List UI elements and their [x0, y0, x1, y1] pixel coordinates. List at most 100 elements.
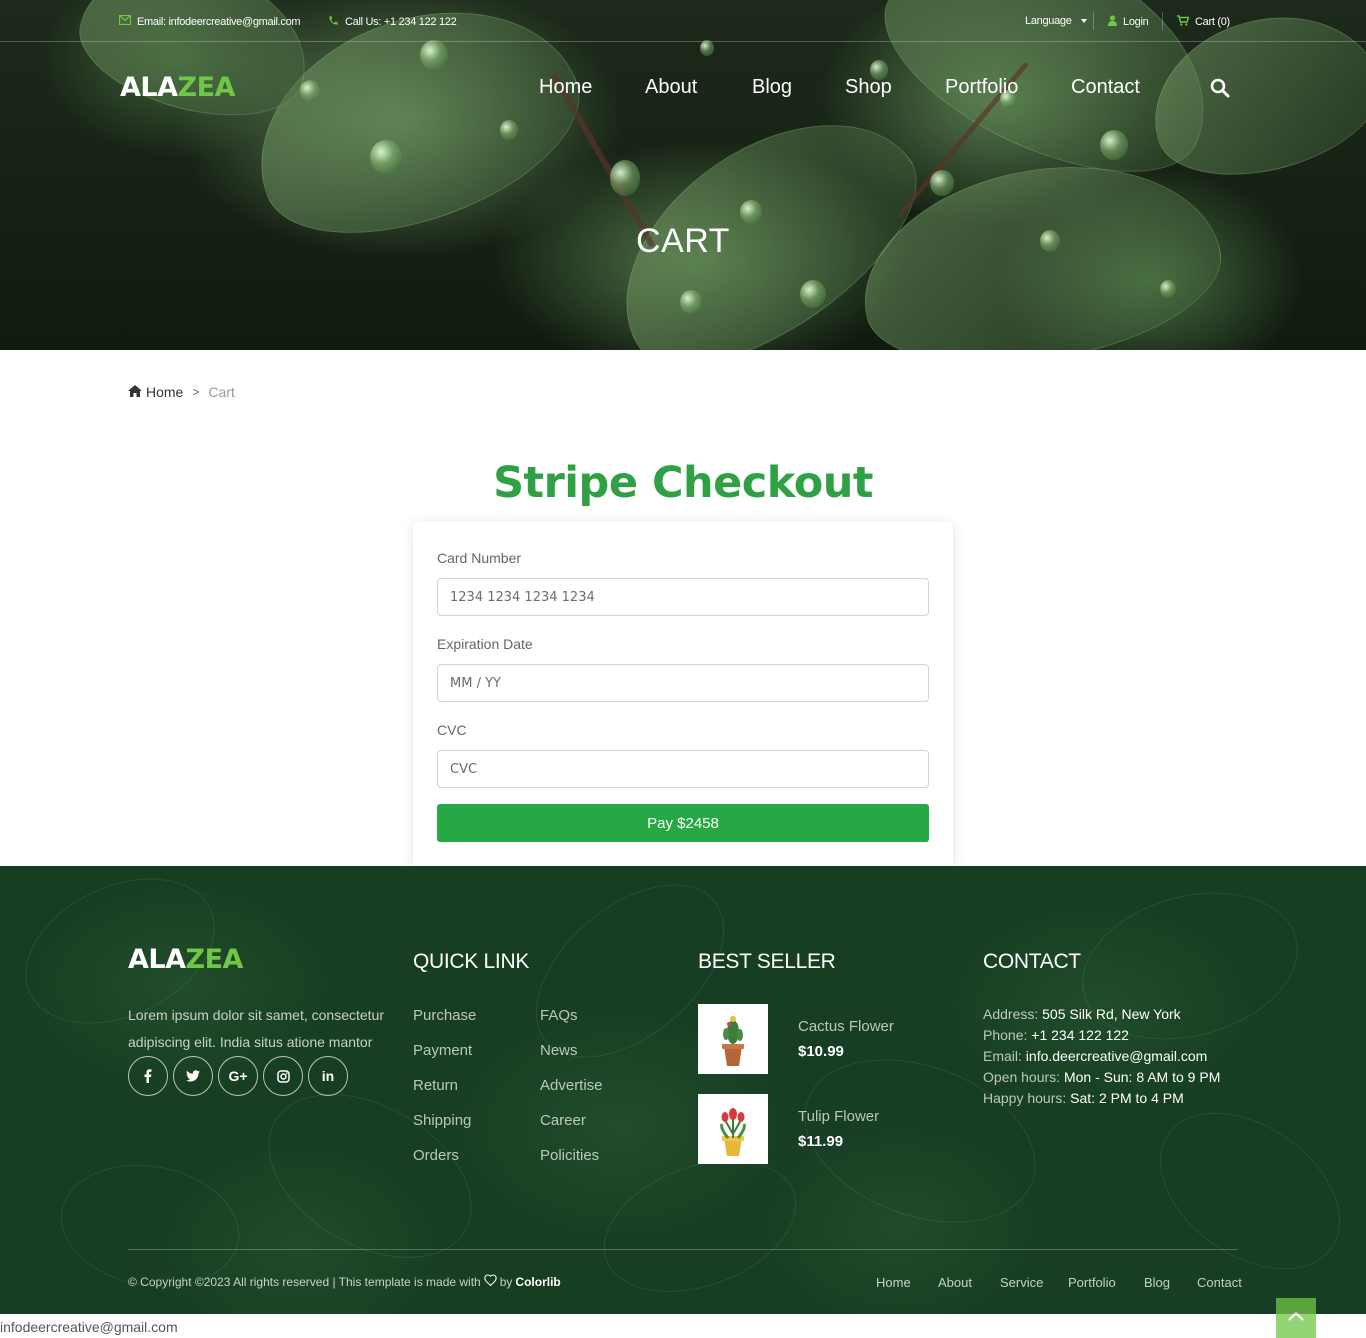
water-drop [1100, 130, 1128, 160]
best-seller-name[interactable]: Tulip Flower [798, 1108, 879, 1125]
contact-heading: CONTACT [983, 950, 1081, 973]
water-drop [500, 120, 518, 140]
copyright-text: © Copyright ©2023 All rights reserved | … [128, 1274, 481, 1289]
footer-nav-contact[interactable]: Contact [1197, 1275, 1242, 1290]
footer-nav-service[interactable]: Service [1000, 1275, 1043, 1290]
topbar-separator [1093, 12, 1094, 30]
water-drop [930, 170, 954, 196]
quick-link-orders[interactable]: Orders [413, 1147, 459, 1164]
cvc-label: CVC [437, 722, 467, 738]
best-seller-name[interactable]: Cactus Flower [798, 1018, 894, 1035]
nav-contact[interactable]: Contact [1071, 76, 1140, 99]
site-footer: ALAZEA Lorem ipsum dolor sit samet, cons… [0, 866, 1366, 1314]
nav-about[interactable]: About [645, 76, 697, 99]
quick-link-career[interactable]: Career [540, 1112, 586, 1129]
language-label: Language [1025, 15, 1072, 27]
login-label: Login [1123, 16, 1149, 28]
expiration-label: Expiration Date [437, 636, 533, 652]
footer-logo-prefix: ALA [128, 944, 186, 975]
contact-open-hours: Open hours: Mon - Sun: 8 AM to 9 PM [983, 1069, 1220, 1085]
footer-about-text: Lorem ipsum dolor sit samet, consectetur… [128, 1007, 384, 1050]
quick-link-heading: QUICK LINK [413, 950, 530, 973]
facebook-icon[interactable] [128, 1056, 168, 1096]
nav-home[interactable]: Home [539, 76, 592, 99]
footer-logo-accent: ZEA [185, 944, 244, 975]
quick-link-news[interactable]: News [540, 1042, 578, 1059]
main-nav: Home About Blog Shop Portfolio Contact [0, 76, 1366, 102]
contact-open-hours-label: Open hours: [983, 1069, 1061, 1085]
water-drop [740, 200, 762, 224]
contact-email: Email: info.deercreative@gmail.com [983, 1048, 1207, 1064]
home-icon [128, 384, 142, 400]
contact-address-value: 505 Silk Rd, New York [1042, 1006, 1181, 1022]
footer-nav-home[interactable]: Home [876, 1275, 911, 1290]
cvc-input[interactable] [437, 750, 929, 788]
colorlib-link[interactable]: Colorlib [515, 1275, 560, 1289]
footer-nav-about[interactable]: About [938, 1275, 972, 1290]
footer-nav-blog[interactable]: Blog [1144, 1275, 1170, 1290]
cactus-flower-image[interactable] [698, 1004, 768, 1074]
phone-icon [328, 15, 339, 29]
envelope-icon [118, 14, 132, 28]
google-plus-icon[interactable]: G+ [218, 1056, 258, 1096]
tulip-flower-image[interactable] [698, 1094, 768, 1164]
contact-phone: Phone: +1 234 122 122 [983, 1027, 1129, 1043]
footer-divider [128, 1249, 1238, 1250]
best-seller-price: $10.99 [798, 1043, 844, 1060]
linkedin-icon[interactable]: in [308, 1056, 348, 1096]
water-drop [700, 40, 714, 56]
breadcrumb-separator: > [192, 385, 200, 399]
contact-address-label: Address: [983, 1006, 1039, 1022]
page-title: CART [636, 222, 730, 260]
topbar-phone-text: Call Us: +1 234 122 122 [345, 16, 457, 28]
topbar-phone[interactable]: Call Us: +1 234 122 122 [328, 15, 457, 29]
twitter-icon[interactable] [173, 1056, 213, 1096]
water-drop [800, 280, 826, 308]
copyright-by: by [499, 1274, 513, 1289]
footer-logo[interactable]: ALAZEA [128, 944, 243, 975]
quick-link-purchase[interactable]: Purchase [413, 1007, 476, 1024]
nav-shop[interactable]: Shop [845, 76, 892, 99]
login-link[interactable]: Login [1108, 15, 1149, 29]
heart-icon [484, 1274, 497, 1289]
water-drop [420, 40, 448, 70]
social-links: G+ in [128, 1056, 348, 1096]
quick-link-advertise[interactable]: Advertise [540, 1077, 603, 1094]
quick-link-return[interactable]: Return [413, 1077, 458, 1094]
breadcrumb-home-label: Home [146, 384, 184, 400]
nav-blog[interactable]: Blog [752, 76, 792, 99]
contact-happy-hours-value: Sat: 2 PM to 4 PM [1070, 1090, 1184, 1106]
top-bar: Email: infodeercreative@gmail.com Call U… [0, 0, 1366, 42]
nav-portfolio[interactable]: Portfolio [945, 76, 1018, 99]
language-dropdown[interactable]: Language [1025, 15, 1087, 27]
caret-down-icon [1080, 19, 1087, 23]
breadcrumb: Home > Cart [128, 384, 235, 400]
hero-banner: Email: infodeercreative@gmail.com Call U… [0, 0, 1366, 350]
topbar-email[interactable]: Email: infodeercreative@gmail.com [118, 14, 301, 28]
instagram-icon[interactable] [263, 1056, 303, 1096]
water-drop [1160, 280, 1176, 298]
card-number-input[interactable] [437, 578, 929, 616]
chevron-up-icon [1287, 1309, 1305, 1327]
pay-button[interactable]: Pay $2458 [437, 804, 929, 842]
topbar-email-text: Email: infodeercreative@gmail.com [137, 15, 301, 28]
best-seller-heading: BEST SELLER [698, 950, 836, 973]
quick-link-faqs[interactable]: FAQs [540, 1007, 578, 1024]
contact-phone-label: Phone: [983, 1027, 1028, 1043]
quick-link-payment[interactable]: Payment [413, 1042, 472, 1059]
expiration-input[interactable] [437, 664, 929, 702]
cart-link[interactable]: Cart (0) [1177, 15, 1230, 29]
checkout-title: Stripe Checkout [493, 458, 873, 508]
copyright: © Copyright ©2023 All rights reserved | … [128, 1274, 561, 1289]
breadcrumb-home[interactable]: Home [128, 384, 183, 400]
water-drop [370, 140, 402, 174]
quick-link-shipping[interactable]: Shipping [413, 1112, 471, 1129]
search-icon[interactable] [1210, 78, 1230, 98]
contact-happy-hours-label: Happy hours: [983, 1090, 1067, 1106]
contact-email-value[interactable]: info.deercreative@gmail.com [1026, 1048, 1208, 1064]
back-to-top-button[interactable] [1276, 1298, 1316, 1338]
user-icon [1108, 15, 1117, 29]
quick-link-policities[interactable]: Policities [540, 1147, 599, 1164]
footer-nav-portfolio[interactable]: Portfolio [1068, 1275, 1116, 1290]
cart-label: Cart (0) [1195, 16, 1230, 28]
